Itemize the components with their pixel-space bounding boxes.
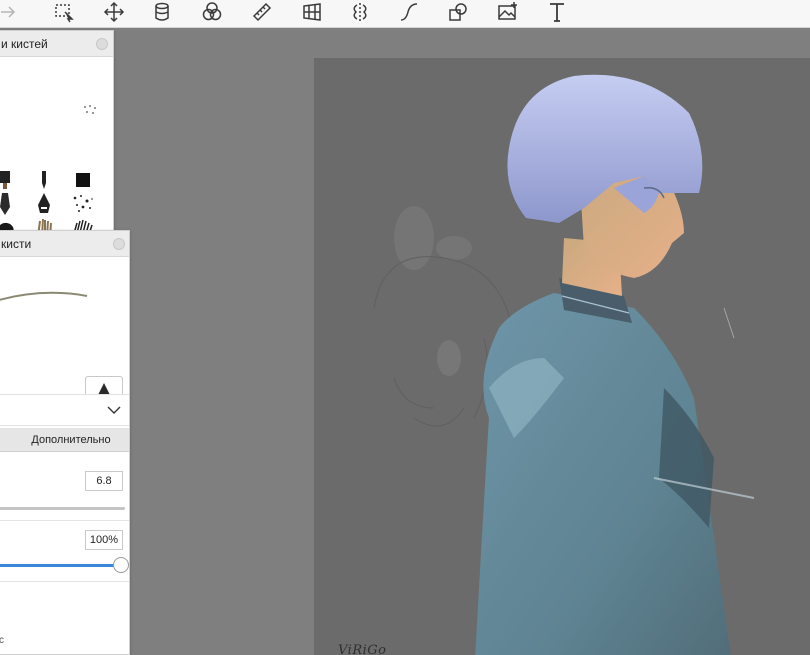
brush-library-header[interactable]: и кистей xyxy=(0,31,113,57)
advanced-button[interactable]: Дополнительно xyxy=(0,428,129,452)
close-panel-button[interactable] xyxy=(96,38,108,50)
stroke-preview xyxy=(0,258,129,414)
redo-arrow-icon[interactable] xyxy=(0,0,24,24)
top-toolbar xyxy=(0,0,810,28)
symmetry-icon[interactable] xyxy=(346,0,374,24)
brush-library-preview xyxy=(0,58,113,168)
shapes-icon[interactable] xyxy=(444,0,472,24)
brush-settings-title: кисти xyxy=(1,237,32,251)
size-value-field[interactable]: 6.8 xyxy=(85,471,123,491)
opacity-slider-fill[interactable] xyxy=(0,564,117,567)
fill-bucket-icon[interactable] xyxy=(148,0,176,24)
selection-icon[interactable] xyxy=(50,0,78,24)
brush-dots-icon xyxy=(84,105,96,114)
size-slider-track[interactable] xyxy=(0,507,125,510)
artist-signature: ViRiGo xyxy=(338,643,387,655)
brush-ink-icon[interactable] xyxy=(0,193,17,215)
curve-icon[interactable] xyxy=(395,0,423,24)
brush-block-icon[interactable] xyxy=(71,169,95,191)
ruler-icon[interactable] xyxy=(248,0,276,24)
footer-label: с xyxy=(0,635,4,646)
brush-settings-header[interactable]: кисти xyxy=(0,231,129,257)
opacity-value-field[interactable]: 100% xyxy=(85,530,123,550)
opacity-row: 100% xyxy=(0,522,129,582)
opacity-slider-thumb[interactable] xyxy=(113,557,129,573)
stroke-preview-line xyxy=(0,291,88,301)
brush-preset-dropdown[interactable] xyxy=(0,394,129,426)
transform-move-icon[interactable] xyxy=(100,0,128,24)
brush-pencil-icon[interactable] xyxy=(32,169,56,191)
close-panel-button[interactable] xyxy=(113,238,125,250)
brush-settings-panel: кисти Дополнительно 6.8 100% с xyxy=(0,230,130,655)
brush-flat-icon[interactable] xyxy=(0,169,17,191)
brush-spatter-icon[interactable] xyxy=(71,193,95,215)
drawing-canvas[interactable]: ViRiGo xyxy=(314,58,810,655)
brush-nib-icon[interactable] xyxy=(32,193,56,215)
artwork xyxy=(373,74,755,655)
size-row: 6.8 xyxy=(0,463,129,521)
color-blend-icon[interactable] xyxy=(198,0,226,24)
perspective-grid-icon[interactable] xyxy=(298,0,326,24)
brush-library-title: и кистей xyxy=(1,37,48,51)
brush-library-panel: и кистей xyxy=(0,30,114,240)
chevron-down-icon xyxy=(107,406,121,414)
image-import-icon[interactable] xyxy=(494,0,522,24)
text-tool-icon[interactable] xyxy=(543,0,571,24)
